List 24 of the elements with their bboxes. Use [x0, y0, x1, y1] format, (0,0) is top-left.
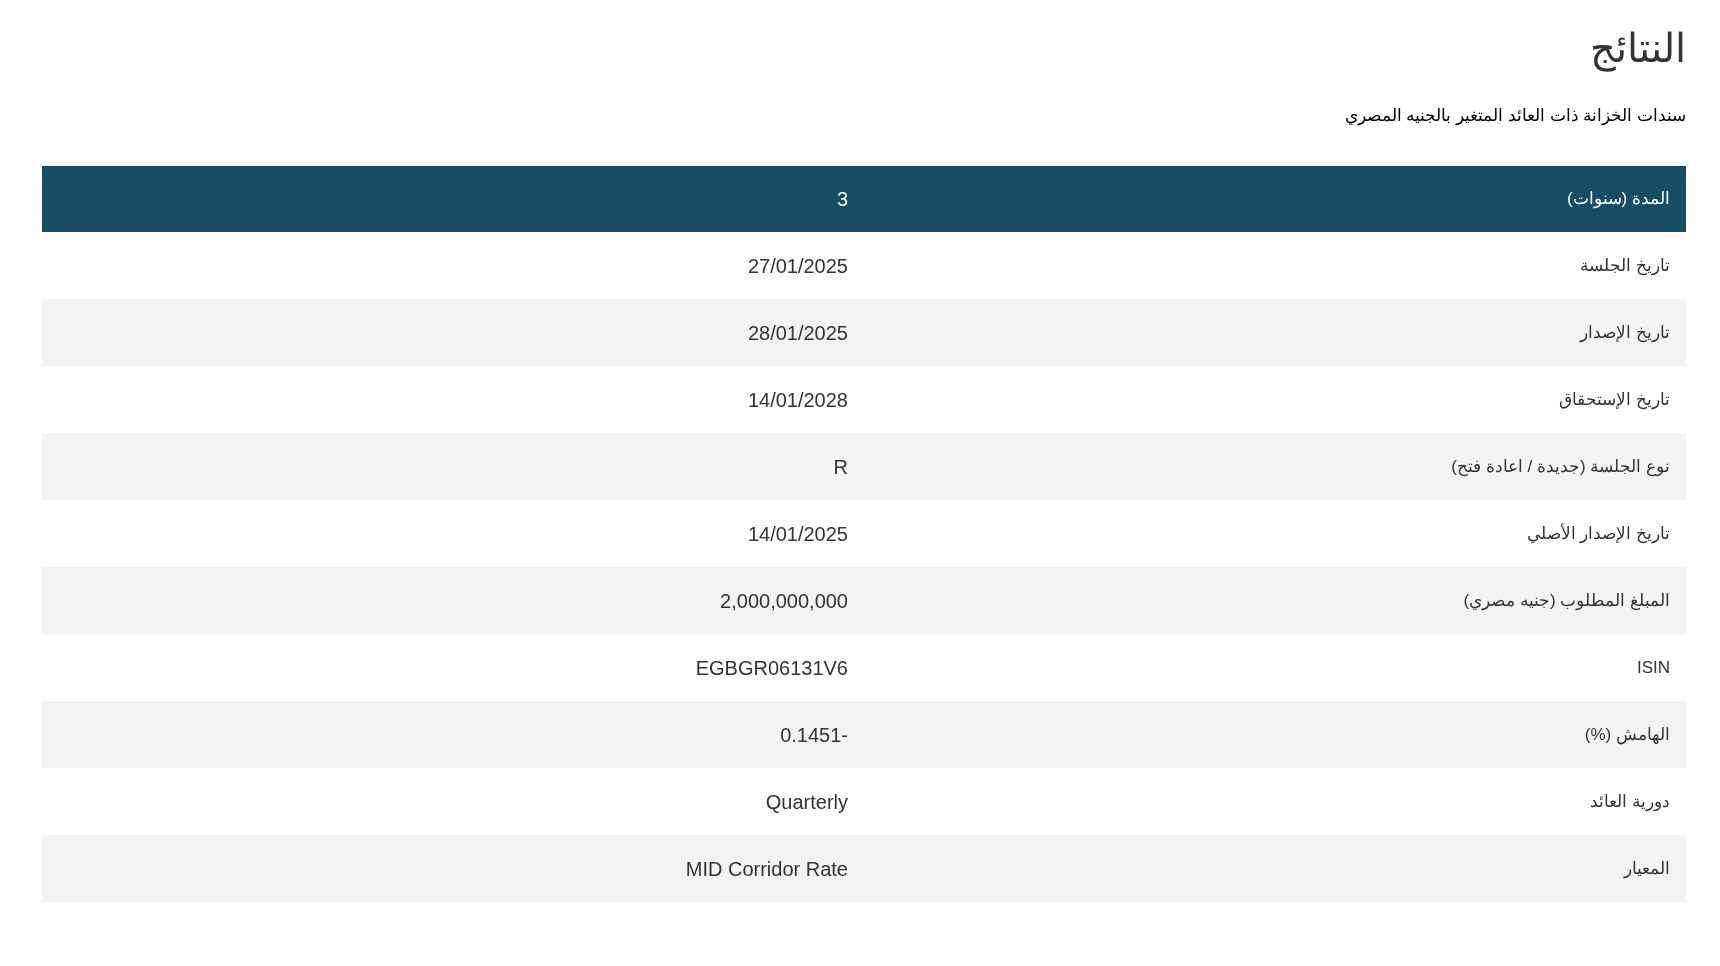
row-value: 27/01/2025 [747, 253, 848, 279]
row-label: نوع الجلسة (جديدة / اعادة فتح) [1451, 455, 1670, 479]
row-value: MID Corridor Rate [685, 856, 848, 882]
subtitle: سندات الخزانة ذات العائد المتغير بالجنيه المصري [1344, 105, 1686, 127]
page-title: النتائج [1590, 25, 1686, 74]
row-label: المعيار [1624, 857, 1670, 880]
row-value: 0.1451- [780, 722, 848, 748]
row-label: تاريخ الإستحقاق [1559, 388, 1670, 412]
row-value: R [833, 454, 848, 480]
row-value: EGBGR06131V6 [695, 655, 848, 681]
row-value: 14/01/2028 [747, 387, 848, 413]
row-label: المبلغ المطلوب (جنيه مصري) [1463, 589, 1670, 613]
row-value: Quarterly [765, 789, 848, 815]
row-label: دورية العائد [1590, 790, 1670, 814]
header-label: المدة (سنوات) [1566, 188, 1670, 211]
row-label: ISIN [1636, 656, 1670, 679]
row-label: تاريخ الجلسة [1580, 254, 1670, 278]
row-value: 2,000,000,000 [720, 588, 848, 614]
header-value: 3 [836, 187, 848, 212]
row-label: تاريخ الإصدار الأصلي [1526, 522, 1670, 546]
row-label: الهامش (%) [1584, 723, 1670, 747]
row-label: تاريخ الإصدار [1580, 321, 1670, 345]
row-value: 14/01/2025 [747, 521, 848, 547]
row-value: 28/01/2025 [747, 320, 848, 346]
